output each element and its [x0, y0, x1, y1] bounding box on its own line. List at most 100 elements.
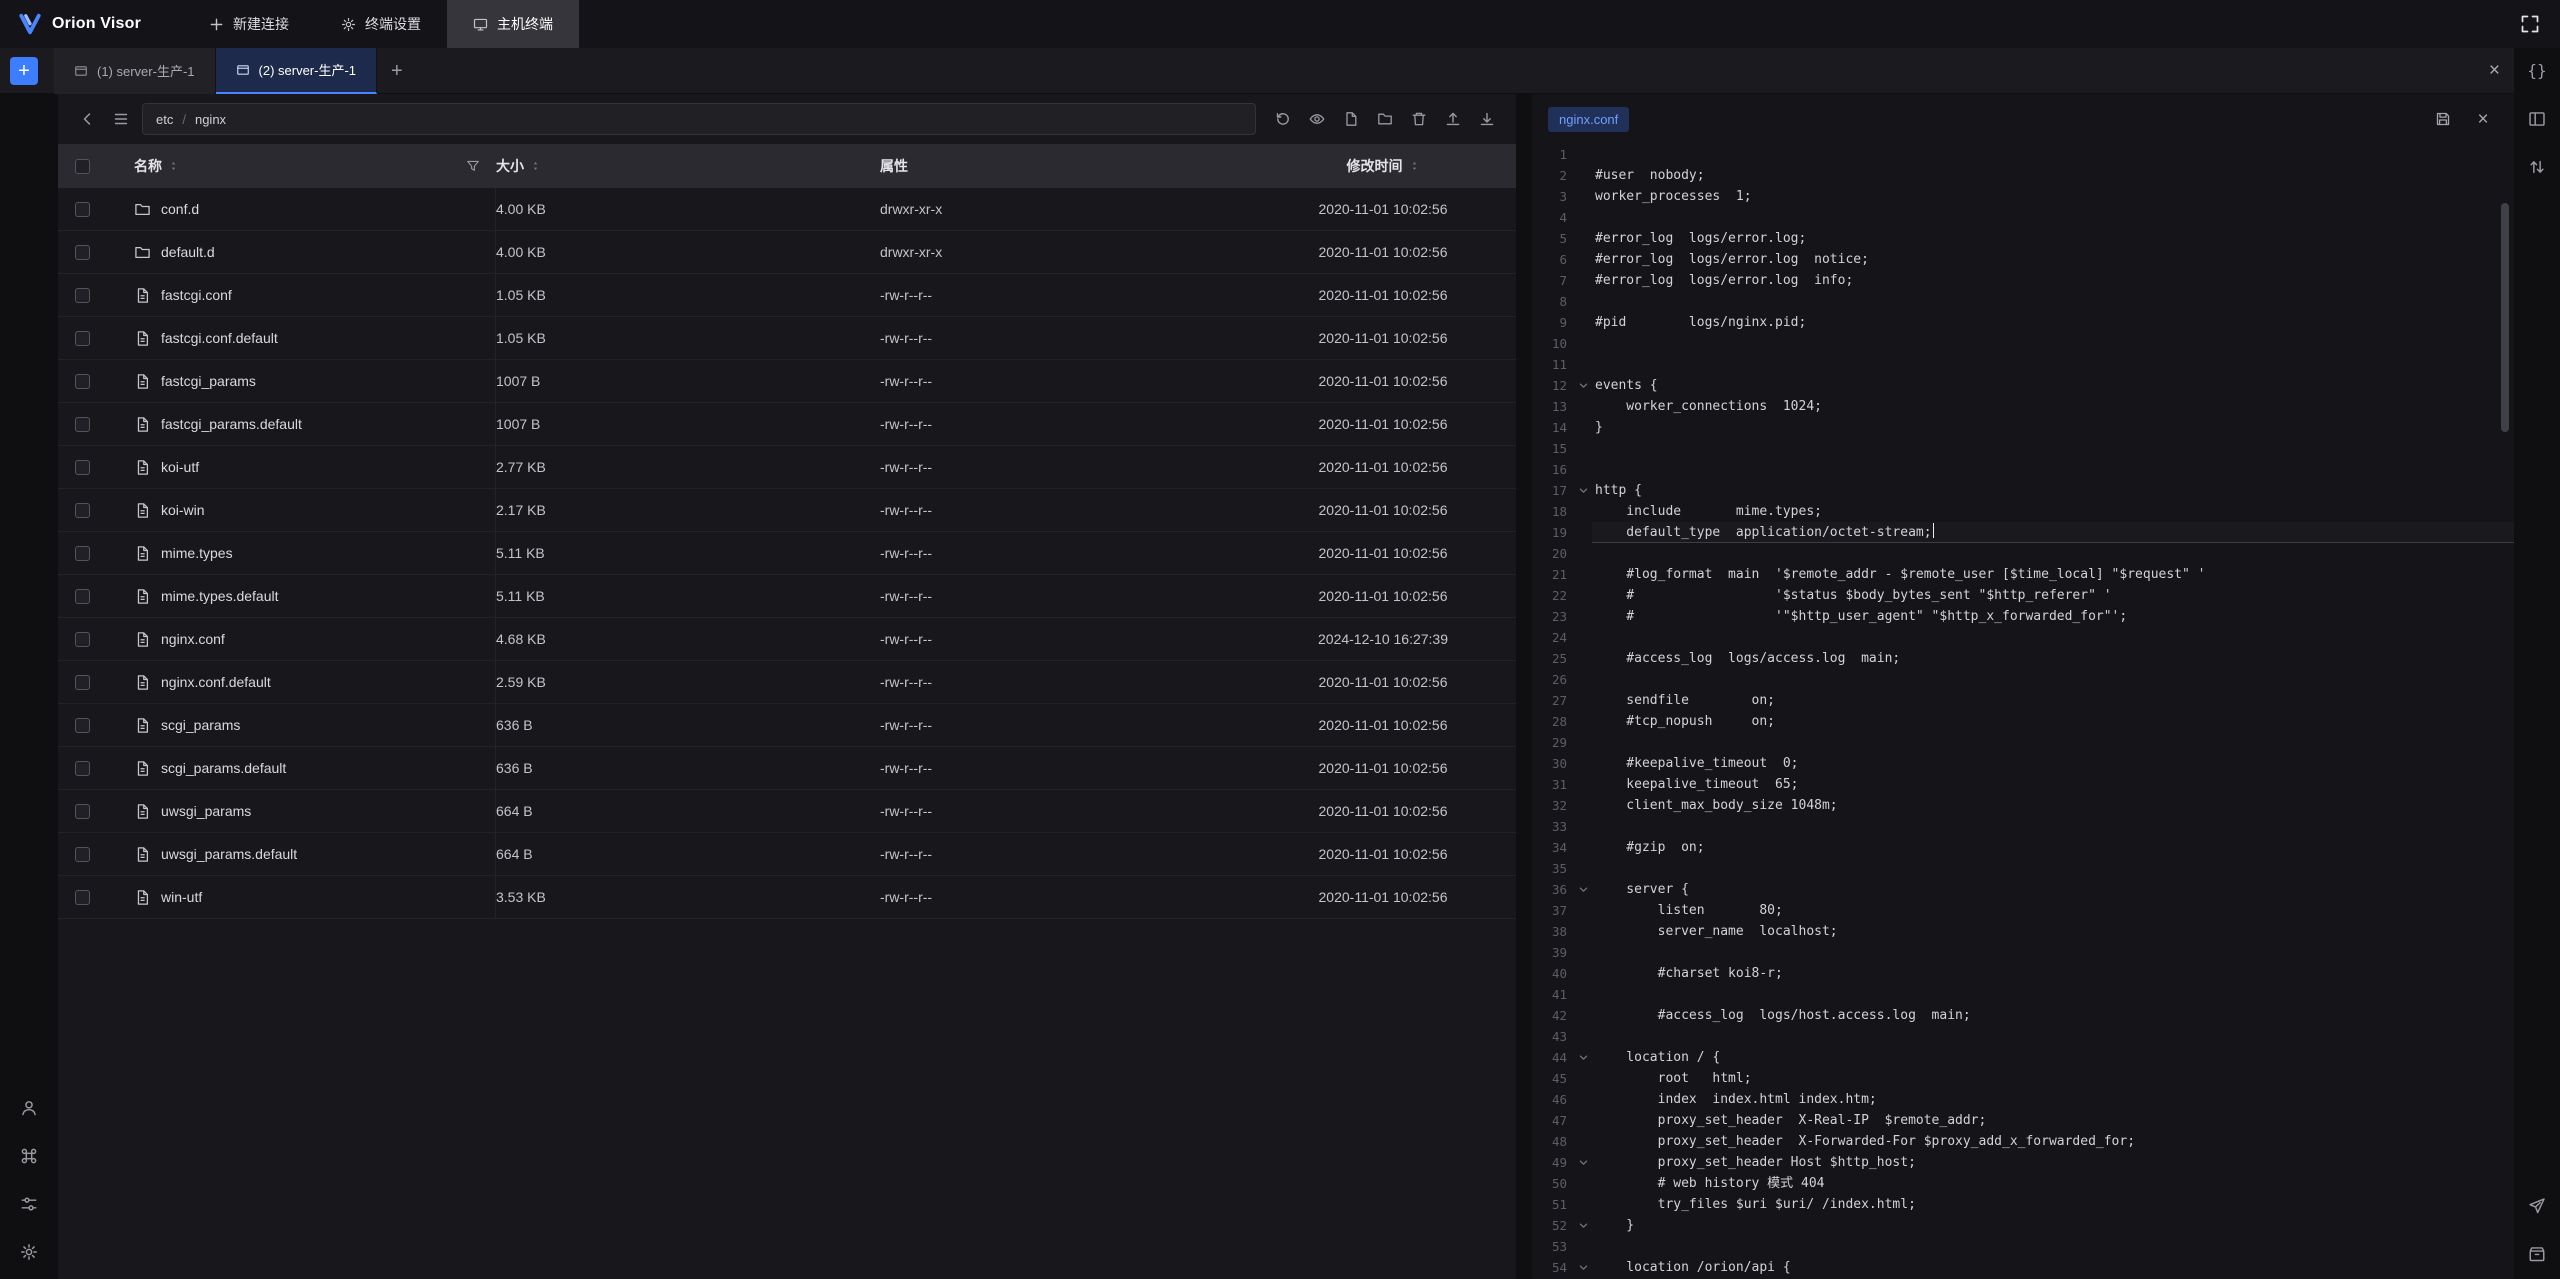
preview-icon[interactable] [1300, 104, 1334, 134]
code-line[interactable]: 4 [1532, 207, 2514, 228]
code-line[interactable]: 11 [1532, 354, 2514, 375]
code-line[interactable]: 9#pid logs/nginx.pid; [1532, 312, 2514, 333]
code-line[interactable]: 41 [1532, 984, 2514, 1005]
code-text[interactable]: events { [1592, 375, 2514, 396]
menu-terminal-settings[interactable]: 终端设置 [315, 0, 447, 48]
fold-chevron-icon[interactable] [1574, 879, 1592, 900]
table-row[interactable]: conf.d 4.00 KB drwxr-xr-x 2020-11-01 10:… [58, 188, 1516, 231]
row-checkbox[interactable] [75, 331, 90, 346]
code-line[interactable]: 25 #access_log logs/access.log main; [1532, 648, 2514, 669]
file-name[interactable]: fastcgi.conf.default [161, 330, 278, 346]
code-line[interactable]: 15 [1532, 438, 2514, 459]
code-line[interactable]: 6#error_log logs/error.log notice; [1532, 249, 2514, 270]
row-checkbox[interactable] [75, 589, 90, 604]
new-file-icon[interactable] [1334, 104, 1368, 134]
code-line[interactable]: 21 #log_format main '$remote_addr - $rem… [1532, 564, 2514, 585]
code-text[interactable]: #error_log logs/error.log; [1592, 228, 2514, 249]
code-text[interactable] [1592, 942, 2514, 963]
code-text[interactable]: include mime.types; [1592, 501, 2514, 522]
table-row[interactable]: default.d 4.00 KB drwxr-xr-x 2020-11-01 … [58, 231, 1516, 274]
code-text[interactable]: server_name localhost; [1592, 921, 2514, 942]
table-row[interactable]: mime.types.default 5.11 KB -rw-r--r-- 20… [58, 575, 1516, 618]
code-text[interactable]: proxy_set_header Host $http_host; [1592, 1152, 2514, 1173]
fold-chevron-icon[interactable] [1574, 480, 1592, 501]
row-checkbox[interactable] [75, 460, 90, 475]
editor-close-icon[interactable]: × [2468, 104, 2498, 134]
preferences-icon[interactable] [20, 1195, 38, 1213]
code-text[interactable]: client_max_body_size 1048m; [1592, 795, 2514, 816]
table-row[interactable]: fastcgi.conf 1.05 KB -rw-r--r-- 2020-11-… [58, 274, 1516, 317]
save-icon[interactable] [2428, 104, 2458, 134]
table-row[interactable]: uwsgi_params 664 B -rw-r--r-- 2020-11-01… [58, 790, 1516, 833]
row-checkbox[interactable] [75, 847, 90, 862]
code-line[interactable]: 44 location / { [1532, 1047, 2514, 1068]
back-icon[interactable] [70, 104, 104, 134]
code-text[interactable] [1592, 1026, 2514, 1047]
code-line[interactable]: 42 #access_log logs/host.access.log main… [1532, 1005, 2514, 1026]
code-line[interactable]: 13 worker_connections 1024; [1532, 396, 2514, 417]
file-name[interactable]: scgi_params.default [161, 760, 286, 776]
code-text[interactable]: #keepalive_timeout 0; [1592, 753, 2514, 774]
code-line[interactable]: 14} [1532, 417, 2514, 438]
table-row[interactable]: nginx.conf 4.68 KB -rw-r--r-- 2024-12-10… [58, 618, 1516, 661]
settings-gear-icon[interactable] [20, 1243, 38, 1261]
row-checkbox[interactable] [75, 718, 90, 733]
row-checkbox[interactable] [75, 288, 90, 303]
tab-server-2-active[interactable]: (2) server-生产-1 [216, 48, 378, 94]
code-text[interactable]: try_files $uri $uri/ /index.html; [1592, 1194, 2514, 1215]
code-line[interactable]: 5#error_log logs/error.log; [1532, 228, 2514, 249]
code-line[interactable]: 49 proxy_set_header Host $http_host; [1532, 1152, 2514, 1173]
menu-host-terminal[interactable]: 主机终端 [447, 0, 579, 48]
code-line[interactable]: 37 listen 80; [1532, 900, 2514, 921]
code-line[interactable]: 48 proxy_set_header X-Forwarded-For $pro… [1532, 1131, 2514, 1152]
code-text[interactable] [1592, 816, 2514, 837]
send-icon[interactable] [2528, 1197, 2546, 1215]
code-text[interactable]: #pid logs/nginx.pid; [1592, 312, 2514, 333]
code-text[interactable]: # web history 模式 404 [1592, 1173, 2514, 1194]
code-line[interactable]: 30 #keepalive_timeout 0; [1532, 753, 2514, 774]
row-checkbox[interactable] [75, 761, 90, 776]
archive-box-icon[interactable] [2528, 1245, 2546, 1263]
row-checkbox[interactable] [75, 245, 90, 260]
code-text[interactable]: location / { [1592, 1047, 2514, 1068]
row-checkbox[interactable] [75, 804, 90, 819]
column-attr-label[interactable]: 属性 [880, 156, 908, 176]
braces-icon[interactable]: {} [2527, 61, 2546, 80]
table-row[interactable]: mime.types 5.11 KB -rw-r--r-- 2020-11-01… [58, 532, 1516, 575]
file-name[interactable]: fastcgi.conf [161, 287, 232, 303]
code-line[interactable]: 24 [1532, 627, 2514, 648]
code-line[interactable]: 20 [1532, 543, 2514, 564]
code-text[interactable]: root html; [1592, 1068, 2514, 1089]
select-all-checkbox[interactable] [75, 159, 90, 174]
code-text[interactable]: proxy_set_header X-Forwarded-For $proxy_… [1592, 1131, 2514, 1152]
row-checkbox[interactable] [75, 503, 90, 518]
code-text[interactable]: index index.html index.htm; [1592, 1089, 2514, 1110]
layout-panel-icon[interactable] [2528, 110, 2546, 128]
code-line[interactable]: 1 [1532, 144, 2514, 165]
column-mtime-label[interactable]: 修改时间 [1347, 156, 1403, 176]
file-name[interactable]: fastcgi_params [161, 373, 256, 389]
fold-chevron-icon[interactable] [1574, 1257, 1592, 1278]
add-tab-button[interactable]: + [391, 61, 403, 81]
code-line[interactable]: 52 } [1532, 1215, 2514, 1236]
code-line[interactable]: 8 [1532, 291, 2514, 312]
file-name[interactable]: mime.types [161, 545, 233, 561]
file-name[interactable]: conf.d [161, 201, 199, 217]
column-name-label[interactable]: 名称 [134, 156, 162, 176]
menu-new-connection[interactable]: 新建连接 [183, 0, 315, 48]
list-icon[interactable] [104, 104, 138, 134]
code-text[interactable] [1592, 354, 2514, 375]
row-checkbox[interactable] [75, 417, 90, 432]
code-text[interactable]: #access_log logs/host.access.log main; [1592, 1005, 2514, 1026]
table-row[interactable]: koi-win 2.17 KB -rw-r--r-- 2020-11-01 10… [58, 489, 1516, 532]
code-text[interactable]: #access_log logs/access.log main; [1592, 648, 2514, 669]
code-line[interactable]: 46 index index.html index.htm; [1532, 1089, 2514, 1110]
sort-mtime-icon[interactable] [1409, 159, 1420, 173]
code-line[interactable]: 35 [1532, 858, 2514, 879]
code-line[interactable]: 22 # '$status $body_bytes_sent "$http_re… [1532, 585, 2514, 606]
file-name[interactable]: koi-utf [161, 459, 199, 475]
code-editor[interactable]: 12#user nobody;3worker_processes 1;45#er… [1532, 144, 2514, 1279]
code-text[interactable]: } [1592, 1215, 2514, 1236]
code-text[interactable] [1592, 207, 2514, 228]
sort-size-icon[interactable] [530, 159, 541, 173]
